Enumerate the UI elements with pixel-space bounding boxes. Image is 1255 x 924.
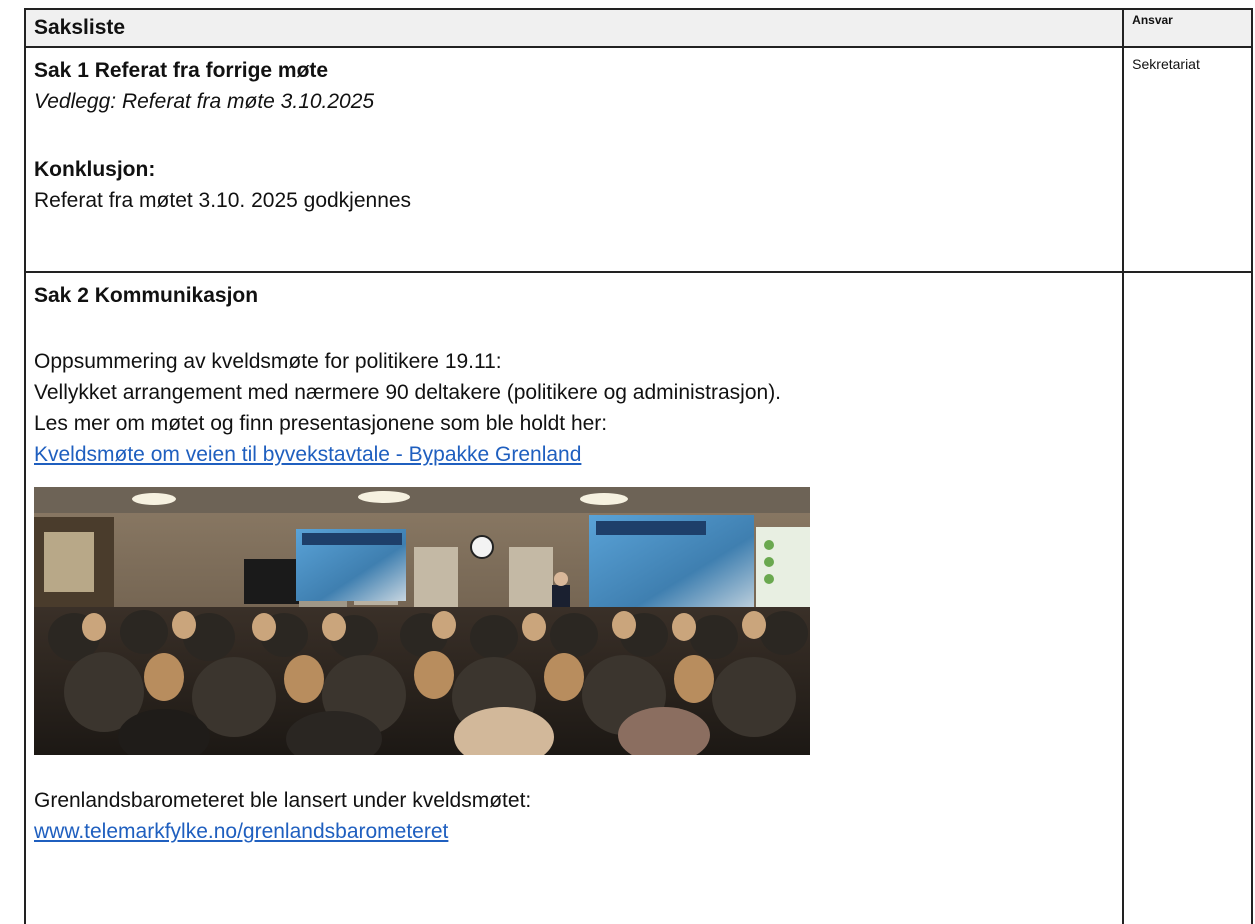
item-1-conclusion-text: Referat fra møtet 3.10. 2025 godkjennes xyxy=(34,189,412,212)
agenda-item-1: Sak 1 Referat fra forrige møte Vedlegg: … xyxy=(23,46,1253,273)
item-2-read-more-line: Les mer om møtet og finn presentasjonene… xyxy=(34,412,608,435)
barometer-link[interactable]: www.telemarkfylke.no/grenlandsbarometere… xyxy=(34,820,448,843)
attachment-value: : Referat fra møte 3.10.2025 xyxy=(110,90,375,113)
agenda-item-1-content: Sak 1 Referat fra forrige møte Vedlegg: … xyxy=(23,46,1125,273)
item-2-title: Sak 2 Kommunikasjon xyxy=(34,284,259,307)
attachment-label: Vedlegg xyxy=(34,90,111,113)
event-photo xyxy=(34,487,810,755)
agenda-item-2: Sak 2 Kommunikasjon Oppsummering av kvel… xyxy=(23,271,1253,924)
item-2-barometer-link-line: www.telemarkfylke.no/grenlandsbarometere… xyxy=(34,816,1122,847)
item-2-summary-line: Oppsummering av kveldsmøte for politiker… xyxy=(34,350,502,373)
item-2-participants-line: Vellykket arrangement med nærmere 90 del… xyxy=(34,381,782,404)
item-1-attachment: Vedlegg: Referat fra møte 3.10.2025 xyxy=(34,86,1122,117)
agenda-item-1-responsible-cell: Sekretariat xyxy=(1122,46,1253,273)
item-1-conclusion-label: Konklusjon: xyxy=(34,158,156,181)
agenda-table: Saksliste Ansvar Sak 1 Referat fra forri… xyxy=(23,8,1253,924)
item-1-responsible: Sekretariat xyxy=(1132,56,1200,72)
bypakke-link[interactable]: Kveldsmøte om veien til byvekstavtale - … xyxy=(34,443,581,466)
agenda-item-2-content: Sak 2 Kommunikasjon Oppsummering av kvel… xyxy=(23,271,1125,924)
item-1-title: Sak 1 Referat fra forrige møte xyxy=(34,59,329,82)
item-2-barometer-line: Grenlandsbarometeret ble lansert under k… xyxy=(34,789,532,812)
responsible-header: Ansvar xyxy=(1132,13,1173,27)
header-row: Saksliste Ansvar xyxy=(23,8,1253,48)
header-cell-responsible: Ansvar xyxy=(1122,8,1253,48)
header-cell-agenda: Saksliste xyxy=(23,8,1125,48)
agenda-title: Saksliste xyxy=(34,16,126,39)
item-2-link-line: Kveldsmøte om veien til byvekstavtale - … xyxy=(34,439,1122,470)
agenda-item-2-responsible-cell xyxy=(1122,271,1253,924)
